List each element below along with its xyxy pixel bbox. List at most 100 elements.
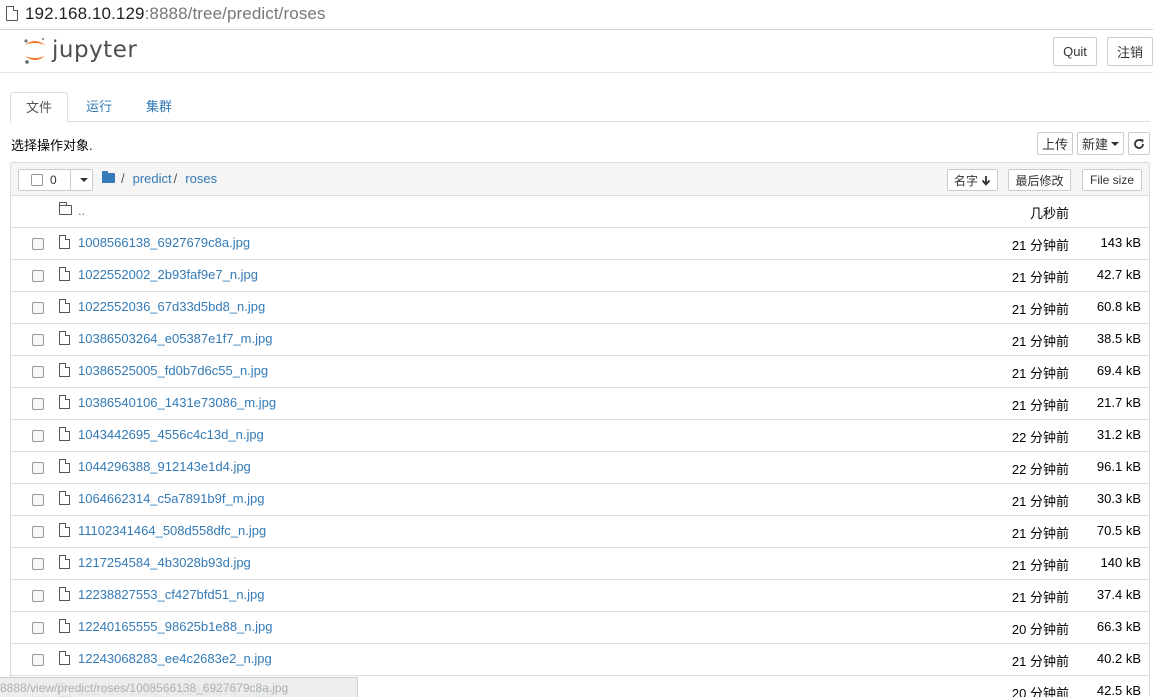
file-row[interactable]: 1022552002_2b93faf9e7_n.jpg 21 分钟前 42.7 kB xyxy=(11,260,1149,292)
file-checkbox[interactable] xyxy=(32,270,44,282)
new-button[interactable]: 新建 xyxy=(1077,132,1124,155)
file-size: 96.1 kB xyxy=(1096,459,1141,474)
file-size: 143 kB xyxy=(1100,235,1141,250)
folder-icon[interactable] xyxy=(102,171,115,183)
modified-time: 22 分钟前 xyxy=(1011,462,1069,477)
file-name-link[interactable]: 1064662314_c5a7891b9f_m.jpg xyxy=(78,491,265,506)
file-icon xyxy=(59,235,70,249)
file-list: 0 /predict / roses 名字 最后修改 File size .. 几秒… xyxy=(10,162,1150,697)
file-name-link[interactable]: 1044296388_912143e1d4.jpg xyxy=(78,459,251,474)
breadcrumb-predict[interactable]: predict xyxy=(133,171,172,186)
file-icon xyxy=(59,299,70,313)
file-size: 30.3 kB xyxy=(1096,491,1141,506)
status-bar-url: 8888/view/predict/roses/1008566138_69276… xyxy=(0,677,358,697)
select-all-group[interactable]: 0 xyxy=(18,169,93,191)
file-row[interactable]: 1008566138_6927679c8a.jpg 21 分钟前 143 kB xyxy=(11,228,1149,260)
file-icon xyxy=(59,459,70,473)
file-name-link[interactable]: 1217254584_4b3028b93d.jpg xyxy=(78,555,251,570)
file-row[interactable]: 12240165555_98625b1e88_n.jpg 20 分钟前 66.3 k… xyxy=(11,612,1149,644)
breadcrumb-roses[interactable]: roses xyxy=(185,171,217,186)
file-row[interactable]: 10386503264_e05387e1f7_m.jpg 21 分钟前 38.5 k… xyxy=(11,324,1149,356)
tab-clusters[interactable]: 集群 xyxy=(131,92,187,122)
file-checkbox[interactable] xyxy=(32,430,44,442)
sort-by-size-button[interactable]: File size xyxy=(1082,169,1142,191)
file-icon xyxy=(59,395,70,409)
file-name-link[interactable]: 10386503264_e05387e1f7_m.jpg xyxy=(78,331,272,346)
file-checkbox[interactable] xyxy=(32,622,44,634)
modified-time: 21 分钟前 xyxy=(1011,366,1069,381)
sort-name-label: 名字 xyxy=(953,173,978,188)
file-row[interactable]: 1043442695_4556c4c13d_n.jpg 22 分钟前 31.2 kB xyxy=(11,420,1149,452)
file-row[interactable]: 1217254584_4b3028b93d.jpg 21 分钟前 140 kB xyxy=(11,548,1149,580)
page-icon xyxy=(6,6,18,21)
modified-time: 几秒前 xyxy=(1029,206,1069,221)
file-checkbox[interactable] xyxy=(32,526,44,538)
file-name-link[interactable]: 11102341464_508d558dfc_n.jpg xyxy=(78,523,266,538)
tab-running[interactable]: 运行 xyxy=(71,92,127,122)
file-size: 40.2 kB xyxy=(1096,651,1141,666)
file-checkbox[interactable] xyxy=(32,654,44,666)
file-name-link[interactable]: 1008566138_6927679c8a.jpg xyxy=(78,235,250,250)
select-all-checkbox[interactable] xyxy=(31,174,43,186)
logo-wordmark: jupyter xyxy=(52,37,138,63)
file-name-link[interactable]: 10386540106_1431e73086_m.jpg xyxy=(78,395,276,410)
file-checkbox[interactable] xyxy=(32,334,44,346)
url-text[interactable]: 192.168.10.129:8888/tree/predict/roses xyxy=(25,4,326,24)
file-name-link[interactable]: 1022552036_67d33d5bd8_n.jpg xyxy=(78,299,265,314)
modified-time: 20 分钟前 xyxy=(1011,622,1069,637)
new-button-label: 新建 xyxy=(1081,137,1108,152)
file-checkbox[interactable] xyxy=(32,302,44,314)
logout-button[interactable]: 注销 xyxy=(1107,37,1153,66)
file-size: 69.4 kB xyxy=(1096,363,1141,378)
file-checkbox[interactable] xyxy=(32,494,44,506)
selected-count: 0 xyxy=(50,173,57,187)
file-checkbox[interactable] xyxy=(32,366,44,378)
file-row[interactable]: 11102341464_508d558dfc_n.jpg 21 分钟前 70.5 k… xyxy=(11,516,1149,548)
file-size: 60.8 kB xyxy=(1096,299,1141,314)
quit-button[interactable]: Quit xyxy=(1053,37,1097,66)
file-name-link[interactable]: 12243068283_ee4c2683e2_n.jpg xyxy=(78,651,272,666)
file-checkbox[interactable] xyxy=(32,398,44,410)
file-name-link[interactable]: 1043442695_4556c4c13d_n.jpg xyxy=(78,427,264,442)
refresh-icon xyxy=(1134,138,1144,149)
modified-time: 21 分钟前 xyxy=(1011,334,1069,349)
modified-time: 21 分钟前 xyxy=(1011,302,1069,317)
modified-time: 21 分钟前 xyxy=(1011,398,1069,413)
select-hint: 选择操作对象. xyxy=(11,138,93,153)
file-checkbox[interactable] xyxy=(32,238,44,250)
file-icon xyxy=(59,619,70,633)
file-size: 140 kB xyxy=(1100,555,1141,570)
file-name-link[interactable]: 12238827553_cf427bfd51_n.jpg xyxy=(78,587,265,602)
file-name-link[interactable]: 10386525005_fd0b7d6c55_n.jpg xyxy=(78,363,268,378)
address-bar[interactable]: 192.168.10.129:8888/tree/predict/roses xyxy=(0,0,1153,30)
file-row[interactable]: 12243068283_ee4c2683e2_n.jpg 21 分钟前 40.2 k… xyxy=(11,644,1149,676)
file-icon xyxy=(59,587,70,601)
file-checkbox[interactable] xyxy=(32,558,44,570)
tab-files[interactable]: 文件 xyxy=(10,92,69,123)
file-size: 21.7 kB xyxy=(1096,395,1141,410)
file-row[interactable]: 1044296388_912143e1d4.jpg 22 分钟前 96.1 kB xyxy=(11,452,1149,484)
parent-dir-link[interactable]: .. xyxy=(78,203,85,218)
parent-dir-row[interactable]: .. 几秒前 xyxy=(11,196,1149,228)
file-name-link[interactable]: 1022552002_2b93faf9e7_n.jpg xyxy=(78,267,258,282)
refresh-button[interactable] xyxy=(1128,132,1150,155)
file-checkbox[interactable] xyxy=(32,590,44,602)
file-checkbox[interactable] xyxy=(32,462,44,474)
file-size: 37.4 kB xyxy=(1096,587,1141,602)
file-row[interactable]: 1064662314_c5a7891b9f_m.jpg 21 分钟前 30.3 kB xyxy=(11,484,1149,516)
file-name-link[interactable]: 12240165555_98625b1e88_n.jpg xyxy=(78,619,272,634)
select-dropdown-button[interactable] xyxy=(70,170,93,190)
folder-icon xyxy=(59,202,72,215)
file-icon xyxy=(59,427,70,441)
file-row[interactable]: 10386525005_fd0b7d6c55_n.jpg 21 分钟前 69.4 k… xyxy=(11,356,1149,388)
file-row[interactable]: 12238827553_cf427bfd51_n.jpg 21 分钟前 37.4 k… xyxy=(11,580,1149,612)
modified-time: 21 分钟前 xyxy=(1011,238,1069,253)
sort-by-modified-button[interactable]: 最后修改 xyxy=(1008,169,1071,191)
modified-time: 21 分钟前 xyxy=(1011,526,1069,541)
file-row[interactable]: 1022552036_67d33d5bd8_n.jpg 21 分钟前 60.8 kB xyxy=(11,292,1149,324)
file-icon xyxy=(59,523,70,537)
file-row[interactable]: 10386540106_1431e73086_m.jpg 21 分钟前 21.7 k… xyxy=(11,388,1149,420)
file-size: 70.5 kB xyxy=(1096,523,1141,538)
upload-button[interactable]: 上传 xyxy=(1037,132,1073,155)
sort-by-name-button[interactable]: 名字 xyxy=(947,169,998,191)
